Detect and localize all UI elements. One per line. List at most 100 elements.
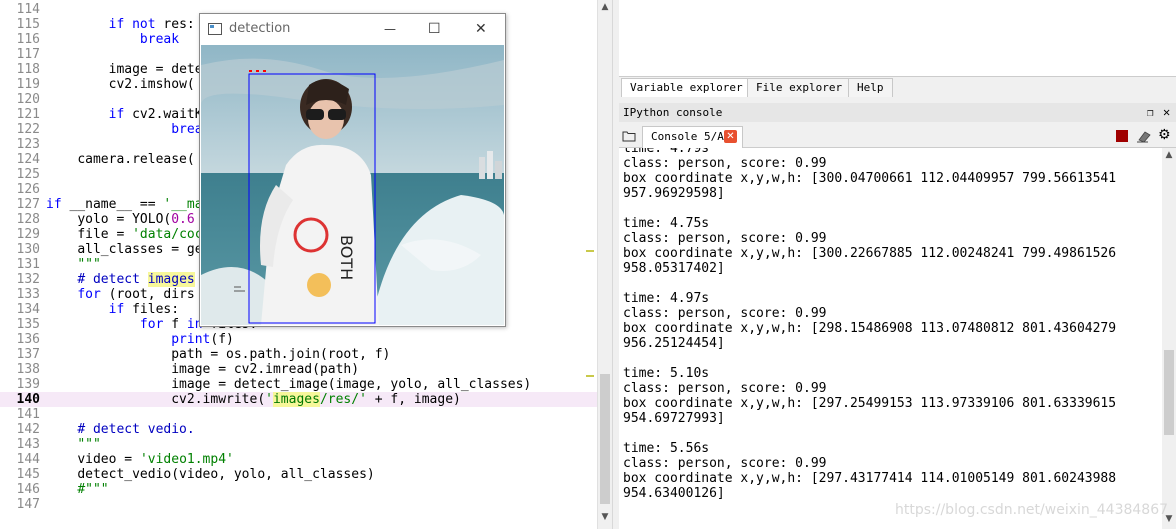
console-line: 958.05317402] (623, 261, 725, 276)
code-text: detect_vedio(video, yolo, all_classes) (46, 467, 374, 482)
code-token: image = detect_image(image, yolo, all_cl… (171, 377, 532, 392)
folder-icon[interactable] (622, 130, 636, 142)
code-line[interactable]: 136 print(f) (0, 332, 597, 347)
line-number: 120 (16, 92, 40, 107)
code-line[interactable]: 140 cv2.imwrite('images/res/' + f, image… (0, 392, 597, 407)
code-text: if __name__ == '__ma (46, 197, 203, 212)
console-output[interactable]: time: 4.79s class: person, score: 0.99 box… (619, 148, 1162, 529)
line-number: 128 (16, 212, 40, 227)
console-scrollbar[interactable]: ▲ ▼ (1162, 148, 1176, 529)
code-token: ' (265, 392, 273, 407)
console-line: class: person, score: 0.99 (623, 231, 827, 246)
code-text: if files: (46, 302, 179, 317)
console-line: box coordinate x,y,w,h: [297.25499153 11… (623, 396, 1117, 411)
close-icon[interactable]: ✕ (475, 14, 487, 44)
line-number: 142 (16, 422, 40, 437)
code-text: cv2.imshow( (46, 77, 195, 92)
line-number: 119 (16, 77, 40, 92)
code-token: 'data/coc (132, 227, 203, 242)
console-tabs: Console 5/A ✕ ⚙ (619, 124, 1176, 148)
stop-icon[interactable] (1116, 130, 1128, 142)
console-scrollbar-thumb[interactable] (1164, 350, 1174, 435)
console-line: time: 5.10s (623, 366, 710, 381)
change-marker (586, 250, 594, 252)
maximize-icon[interactable]: ☐ (428, 14, 441, 44)
code-line[interactable]: 138 image = cv2.imread(path) (0, 362, 597, 377)
scroll-down-icon[interactable]: ▼ (600, 512, 610, 524)
tab-console[interactable]: Console 5/A ✕ (642, 126, 743, 148)
code-token: path = os.path.join(root, f) (171, 347, 391, 362)
code-token: # detect (77, 272, 148, 287)
editor-scrollbar[interactable]: ▲ ▼ (597, 0, 612, 529)
code-token: __name__ == (61, 197, 164, 212)
code-text: path = os.path.join(root, f) (46, 347, 390, 362)
eraser-icon[interactable] (1136, 129, 1152, 143)
line-number: 139 (16, 377, 40, 392)
code-token: (f) (210, 332, 234, 347)
code-text: video = 'video1.mp4' (46, 452, 234, 467)
code-token: if (108, 107, 125, 122)
console-line: time: 4.97s (623, 291, 710, 306)
code-text: image = detect_image(image, yolo, all_cl… (46, 377, 531, 392)
editor-scrollbar-thumb[interactable] (600, 374, 610, 504)
console-line: class: person, score: 0.99 (623, 306, 827, 321)
detection-titlebar[interactable]: detection — ☐ ✕ (200, 14, 505, 44)
console-line: 957.96929598] (623, 186, 725, 201)
code-token: /res/' (319, 392, 367, 407)
line-number: 125 (16, 167, 40, 182)
code-line[interactable]: 147 (0, 497, 597, 512)
code-line[interactable]: 145 detect_vedio(video, yolo, all_classe… (0, 467, 597, 482)
code-token: image = cv2.imread(path) (171, 362, 360, 377)
code-token: for (77, 287, 101, 302)
code-text: for (root, dirs (46, 287, 194, 302)
right-panel: Variable explorer File explorer Help IPy… (619, 0, 1176, 529)
code-text: image = cv2.imread(path) (46, 362, 359, 377)
tab-help[interactable]: Help (848, 78, 893, 97)
code-text: if cv2.waitK (46, 107, 203, 122)
code-token: file = (77, 227, 133, 242)
code-text: break (46, 32, 179, 47)
tab-variable-explorer[interactable]: Variable explorer (621, 78, 752, 97)
tab-file-explorer[interactable]: File explorer (747, 78, 852, 97)
undock-icon[interactable]: ❐ (1147, 103, 1154, 122)
line-number: 130 (16, 242, 40, 257)
line-number: 123 (16, 137, 40, 152)
code-text: print(f) (46, 332, 234, 347)
line-number: 135 (16, 317, 40, 332)
close-console-icon[interactable]: ✕ (724, 130, 737, 143)
code-line[interactable]: 144 video = 'video1.mp4' (0, 452, 597, 467)
variable-explorer-pane[interactable] (619, 0, 1176, 77)
code-line[interactable]: 143 """ (0, 437, 597, 452)
scroll-up-icon[interactable]: ▲ (600, 2, 610, 14)
code-token: images (147, 272, 195, 287)
code-line[interactable]: 146 #""" (0, 482, 597, 497)
code-line[interactable]: 139 image = detect_image(image, yolo, al… (0, 377, 597, 392)
console-line: time: 4.75s (623, 216, 710, 231)
line-number: 145 (16, 467, 40, 482)
code-token: if (108, 302, 125, 317)
code-line[interactable]: 137 path = os.path.join(root, f) (0, 347, 597, 362)
console-line: 954.69727993] (623, 411, 725, 426)
detection-image: BOTH (201, 45, 504, 325)
code-text: """ (46, 257, 100, 272)
line-number: 146 (16, 482, 40, 497)
detection-title: detection (229, 21, 291, 36)
code-token: 0.6 (171, 212, 195, 227)
minimize-icon[interactable]: — (384, 14, 396, 44)
line-number: 134 (16, 302, 40, 317)
code-token: files: (124, 302, 180, 317)
gear-icon[interactable]: ⚙ (1158, 127, 1171, 143)
code-text: # detect images (46, 272, 195, 287)
console-scroll-up-icon[interactable]: ▲ (1164, 150, 1174, 162)
console-header-title: IPython console (623, 106, 723, 119)
code-line[interactable]: 142 # detect vedio. (0, 422, 597, 437)
detection-window[interactable]: detection — ☐ ✕ BOTH (199, 13, 506, 327)
code-token: #""" (77, 482, 109, 497)
console-line: box coordinate x,y,w,h: [297.43177414 11… (623, 471, 1117, 486)
code-token: if (108, 17, 125, 32)
close-pane-icon[interactable]: ✕ (1163, 103, 1170, 122)
line-number: 140 (16, 392, 40, 407)
line-number: 122 (16, 122, 40, 137)
code-line[interactable]: 141 (0, 407, 597, 422)
console-line: box coordinate x,y,w,h: [300.22667885 11… (623, 246, 1117, 261)
